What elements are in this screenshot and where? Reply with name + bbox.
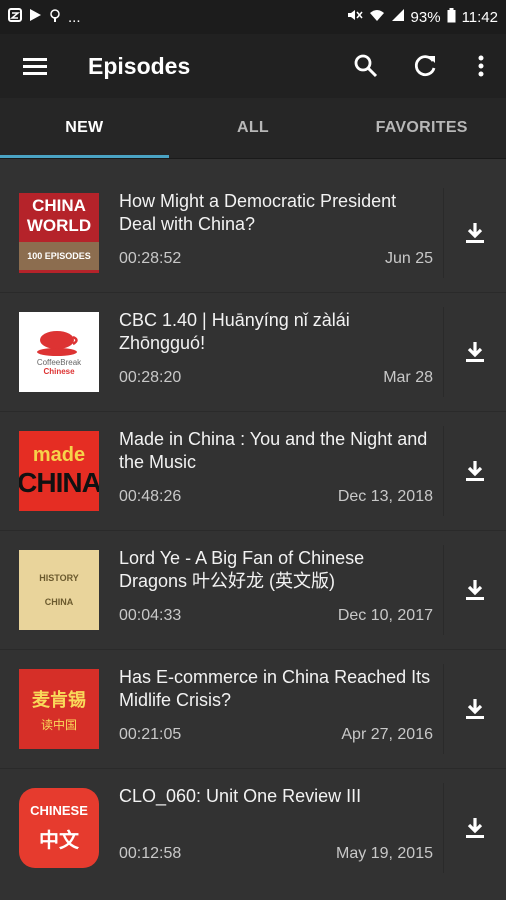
page-title: Episodes (88, 52, 191, 79)
battery-percent: 93% (410, 8, 441, 26)
more-options-icon[interactable] (456, 34, 506, 98)
podcast-icon (48, 8, 62, 26)
episode-duration: 00:28:20 (119, 369, 182, 386)
episode-date: Dec 13, 2018 (337, 488, 433, 505)
episode-list: CHINA WORLD 100 EPISODES How Might a Dem… (0, 174, 506, 887)
episode-date: Apr 27, 2016 (341, 726, 433, 743)
signal-icon (391, 8, 405, 26)
download-icon[interactable] (443, 307, 506, 397)
more-notifications: ... (68, 8, 81, 26)
tab-bar: NEW ALL FAVORITES (0, 98, 506, 159)
list-item[interactable]: 麦肯锡 读中国 Has E-commerce in China Reached … (0, 649, 506, 768)
episode-thumbnail: CHINA WORLD 100 EPISODES (19, 193, 99, 273)
list-item[interactable]: HISTORY CHINA Lord Ye - A Big Fan of Chi… (0, 530, 506, 649)
episode-thumbnail: 麦肯锡 读中国 (19, 669, 99, 749)
episode-date: Dec 10, 2017 (337, 607, 433, 624)
coffee-cup-icon (37, 331, 78, 356)
episode-title: CLO_060: Unit One Review III (119, 786, 362, 806)
episode-title: Has E-commerce in China Reached Its Midl… (119, 667, 431, 710)
wifi-icon (369, 8, 385, 26)
status-bar: ... 93% 11:42 (0, 0, 506, 34)
episode-thumbnail: HISTORY CHINA (19, 550, 99, 630)
episode-title: Lord Ye - A Big Fan of Chinese Dragons 叶… (119, 548, 365, 591)
download-icon[interactable] (443, 664, 506, 754)
episode-thumbnail: CoffeeBreak Chinese (19, 312, 99, 392)
app-bar: Episodes (0, 34, 506, 98)
episode-date: May 19, 2015 (336, 845, 433, 862)
download-icon[interactable] (443, 188, 506, 278)
episode-title: How Might a Democratic President Deal wi… (119, 191, 397, 234)
download-icon[interactable] (443, 783, 506, 873)
episode-date: Mar 28 (383, 369, 433, 386)
episode-title: Made in China : You and the Night and th… (119, 429, 428, 472)
tab-new[interactable]: NEW (0, 98, 169, 158)
notification-icon (8, 8, 22, 26)
episode-duration: 00:28:52 (119, 250, 182, 267)
list-item[interactable]: CHINESE 中文 CLO_060: Unit One Review III … (0, 768, 506, 887)
episode-thumbnail: made CHINA (19, 431, 99, 511)
episode-title: CBC 1.40 | Huānyíng nǐ zàlái Zhōngguó! (119, 310, 350, 353)
download-icon[interactable] (443, 426, 506, 516)
search-icon[interactable] (336, 34, 396, 98)
episode-duration: 00:12:58 (119, 845, 182, 862)
list-item[interactable]: CHINA WORLD 100 EPISODES How Might a Dem… (0, 174, 506, 292)
episode-duration: 00:21:05 (119, 726, 182, 743)
play-store-icon (28, 8, 42, 26)
tab-favorites[interactable]: FAVORITES (337, 98, 506, 158)
list-item[interactable]: CoffeeBreak Chinese CBC 1.40 | Huānyíng … (0, 292, 506, 411)
episode-thumbnail: CHINESE 中文 (19, 788, 99, 868)
menu-icon[interactable] (0, 34, 70, 98)
refresh-icon[interactable] (396, 34, 456, 98)
battery-icon (447, 7, 456, 27)
list-item[interactable]: made CHINA Made in China : You and the N… (0, 411, 506, 530)
episode-duration: 00:04:33 (119, 607, 182, 624)
mute-icon (347, 8, 363, 26)
episode-date: Jun 25 (384, 250, 433, 267)
download-icon[interactable] (443, 545, 506, 635)
clock: 11:42 (461, 8, 498, 26)
tab-all[interactable]: ALL (169, 98, 338, 158)
episode-duration: 00:48:26 (119, 488, 182, 505)
